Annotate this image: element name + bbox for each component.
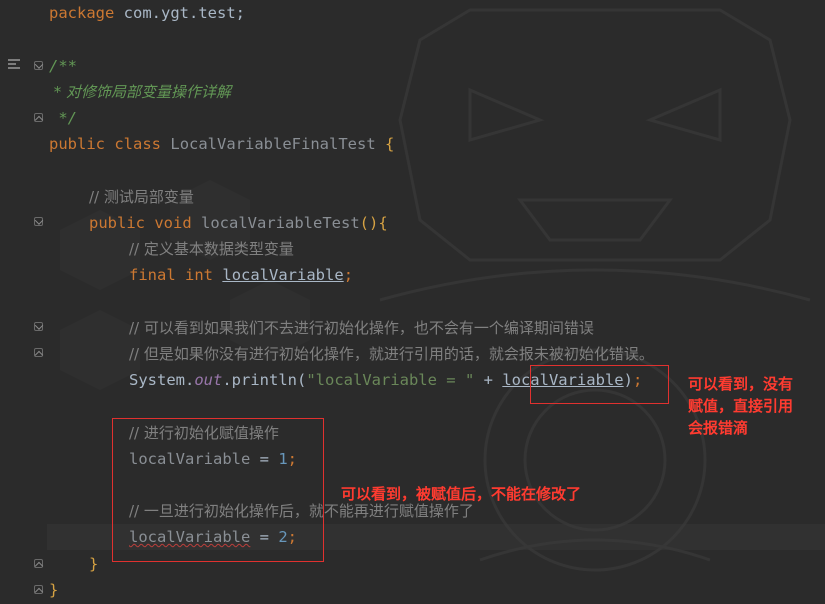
fold-class-end-icon[interactable] [34,585,43,594]
code-line-doc-end: */ [49,109,77,127]
code-line-doc-start: /** [49,57,77,75]
annotation-cannot-reassign: 可以看到，被赋值后，不能在修改了 [341,485,582,503]
fold-method-end-icon[interactable] [34,559,43,568]
code-line-comment-no-init: // 可以看到如果我们不去进行初始化操作，也不会有一个编译期间错误 [129,319,594,337]
fold-comment-block-icon[interactable] [34,322,43,331]
code-line-comment-ref-error: // 但是如果你没有进行初始化操作，就进行引用的话，就会报未被初始化错误。 [129,345,654,363]
code-line-method-decl: public void localVariableTest(){ [89,214,388,232]
code-line-class-close: } [49,581,59,599]
code-line-doc-body: * 对修饰局部变量操作详解 [49,83,232,101]
error-highlight-box [530,365,669,404]
editor-gutter [0,0,47,604]
code-line-class-decl: public class LocalVariableFinalTest { [49,135,395,153]
code-line-package: package com.ygt.test; [49,4,245,22]
fold-doc-comment-end-icon[interactable] [34,113,43,122]
fold-method-icon[interactable] [34,217,43,226]
code-line-comment-define: // 定义基本数据类型变量 [129,240,294,258]
code-line-declare-var: final int localVariable; [129,266,354,284]
fold-comment-block-end-icon[interactable] [34,348,43,357]
reader-mode-icon[interactable] [8,59,20,71]
code-line-method-close: } [89,555,99,573]
fold-doc-comment-icon[interactable] [34,61,43,70]
annotation-uninitialized-reference: 可以看到，没有 赋值，直接引用 会报错滴 [688,375,794,437]
code-line-comment-test: // 测试局部变量 [89,188,194,206]
assignment-highlight-box [112,418,324,562]
